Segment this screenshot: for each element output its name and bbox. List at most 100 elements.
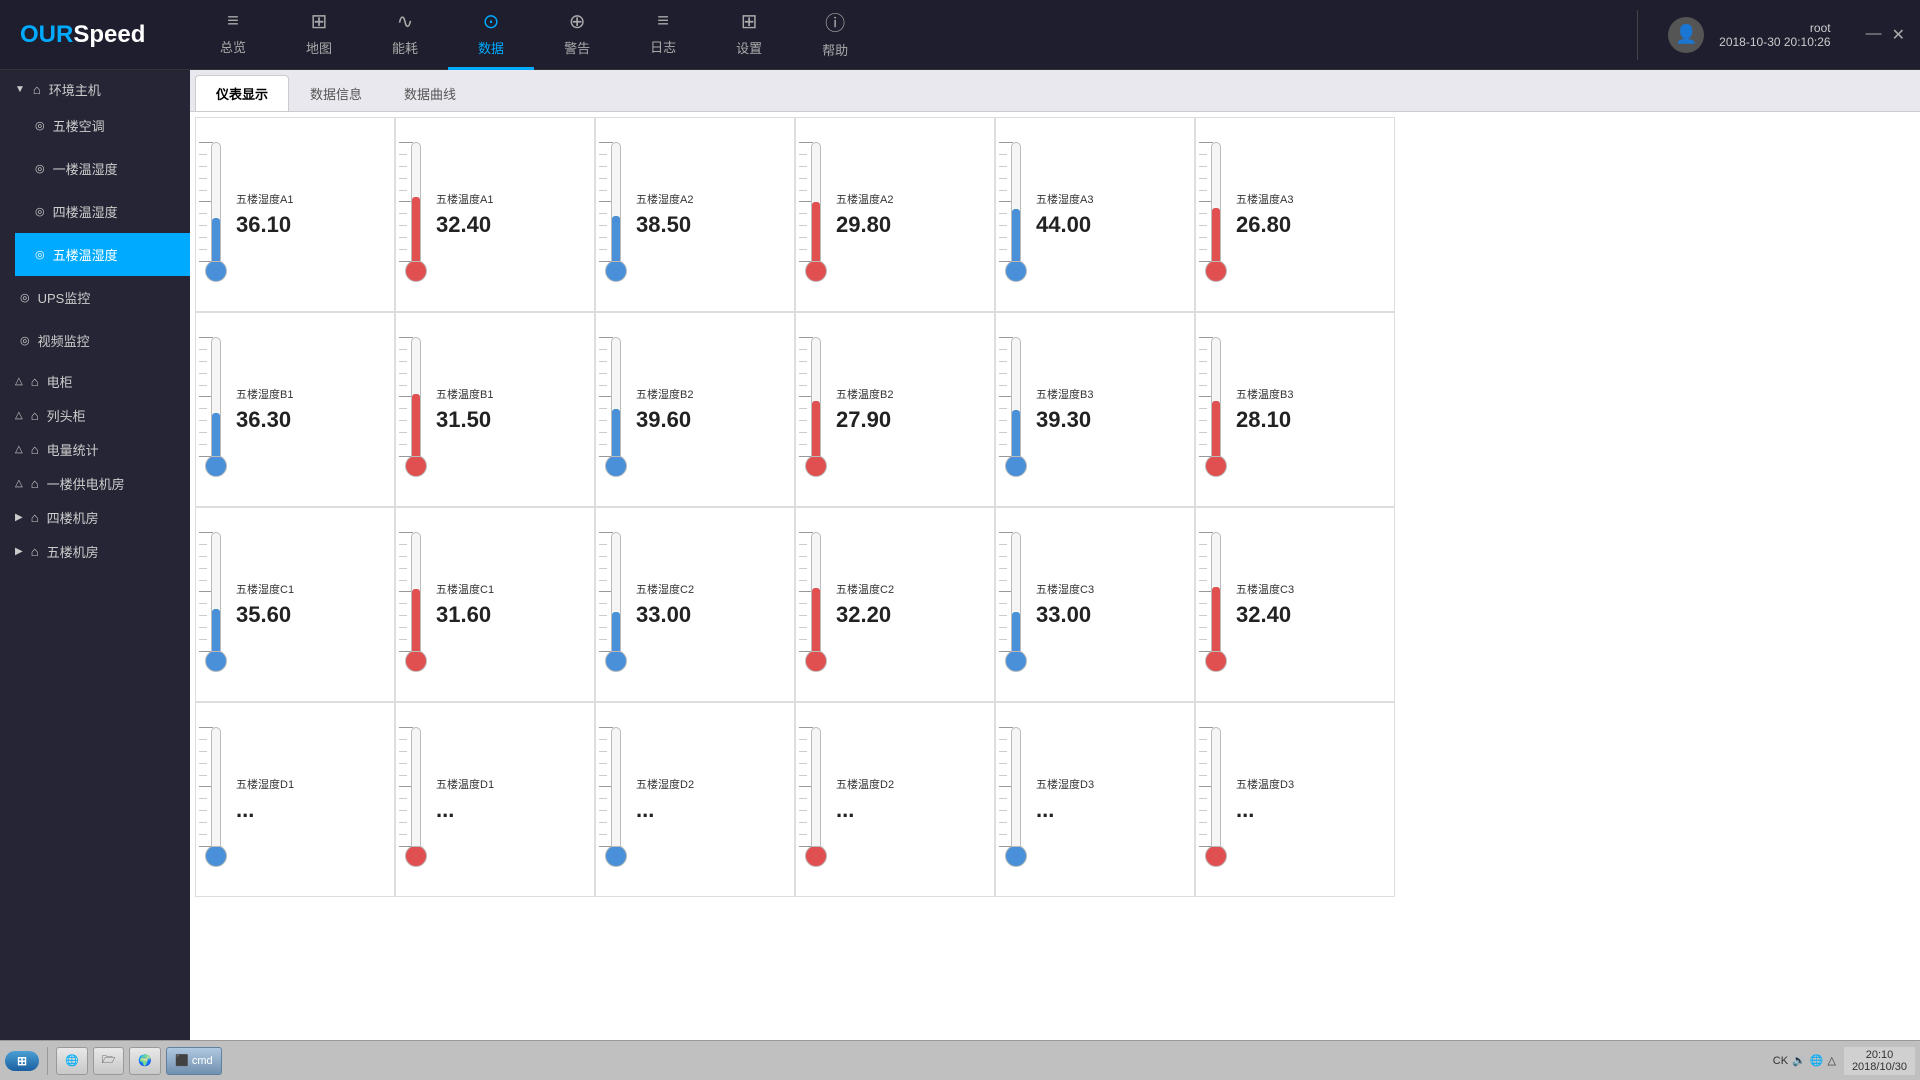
gauge-cell-0-5[interactable]: 五楼温度A326.80 [1195, 117, 1395, 312]
sys-icon-4: △ [1827, 1054, 1835, 1067]
gauge-cell-2-1[interactable]: 五楼温度C1 31.60 [395, 507, 595, 702]
gauge-cell-0-1[interactable]: 五楼温度A132.40 [395, 117, 595, 312]
thermometer-red [801, 137, 831, 292]
sidebar-item-extra-0[interactable]: ◎UPS监控 [0, 276, 190, 319]
start-button[interactable]: ⊞ [5, 1051, 39, 1071]
thermometer-blue [201, 137, 231, 292]
sidebar-item-1[interactable]: ◎一楼温湿度 [15, 147, 190, 190]
gauge-cell-0-2[interactable]: 五楼湿度A2 38.50 [595, 117, 795, 312]
gauge-value-3-4: ... [1036, 797, 1054, 823]
sidebar-item-0[interactable]: ◎五楼空调 [15, 104, 190, 147]
home-icon-1: ⌂ [31, 408, 39, 423]
thermometer-red [801, 527, 831, 682]
gauge-label-0-0: 五楼湿度A1 [236, 191, 293, 207]
nav-item-overview[interactable]: ≡总览 [190, 0, 276, 70]
tab-1[interactable]: 数据信息 [289, 75, 383, 111]
gauge-cell-3-4[interactable]: 五楼湿度D3... [995, 702, 1195, 897]
nav-label-data: 数据 [478, 38, 504, 57]
gauge-cell-3-0[interactable]: 五楼湿度D1... [195, 702, 395, 897]
sidebar-item-2[interactable]: ◎四楼温湿度 [15, 190, 190, 233]
nav-label-log: 日志 [650, 37, 676, 56]
gauge-info-3-2: 五楼湿度D2... [631, 776, 789, 823]
gauge-label-1-1: 五楼温度B1 [436, 386, 493, 402]
thermometer-red [1201, 137, 1231, 292]
sidebar-group-env[interactable]: ▼⌂环境主机 [0, 70, 190, 104]
nav-item-log[interactable]: ≡日志 [620, 0, 706, 70]
home-icon-f0: ⌂ [31, 510, 39, 525]
sidebar-item-3[interactable]: ◎五楼温湿度 [15, 233, 190, 276]
gauge-label-2-2: 五楼湿度C2 [636, 581, 694, 597]
sidebar-group-1[interactable]: △⌂列头柜 [0, 396, 190, 430]
gauge-label-2-1: 五楼温度C1 [436, 581, 494, 597]
taskbar-sep [47, 1047, 48, 1075]
gauge-value-0-0: 36.10 [236, 212, 291, 238]
gauge-cell-2-5[interactable]: 五楼温度C332.40 [1195, 507, 1395, 702]
gauge-cell-1-0[interactable]: 五楼湿度B136.30 [195, 312, 395, 507]
tab-2[interactable]: 数据曲线 [383, 75, 477, 111]
gauge-label-3-0: 五楼湿度D1 [236, 776, 294, 792]
gauge-cell-0-0[interactable]: 五楼湿度A1 36.10 [195, 117, 395, 312]
window-controls[interactable]: — ✕ [1851, 25, 1920, 45]
sidebar-group-floor-1[interactable]: ▶⌂五楼机房 [0, 532, 190, 566]
gauge-value-3-2: ... [636, 797, 654, 823]
gauge-info-3-4: 五楼湿度D3... [1031, 776, 1189, 823]
nav-item-map[interactable]: ⊞地图 [276, 0, 362, 70]
gauge-grid[interactable]: 五楼湿度A1 36.10 五楼温度A132.40 五楼湿度A2 38.50 五楼温度A22… [190, 112, 1920, 1040]
logo: OURSpeed [0, 21, 190, 49]
gauge-label-3-5: 五楼温度D3 [1236, 776, 1294, 792]
thermometer-red [801, 722, 831, 877]
taskbar-browser[interactable]: 🌍 [129, 1047, 161, 1075]
taskbar-folder[interactable]: 🗁 [93, 1047, 125, 1075]
nav-item-data[interactable]: ⊙数据 [448, 0, 534, 70]
gauge-value-2-1: 31.60 [436, 602, 491, 628]
taskbar-cmd[interactable]: ⬛ cmd [166, 1047, 222, 1075]
gauge-cell-1-5[interactable]: 五楼温度B328.10 [1195, 312, 1395, 507]
gauge-cell-1-4[interactable]: 五楼湿度B339.30 [995, 312, 1195, 507]
gauge-cell-1-3[interactable]: 五楼温度B227.90 [795, 312, 995, 507]
sidebar-group-2[interactable]: △⌂电量统计 [0, 430, 190, 464]
gauge-info-2-4: 五楼湿度C333.00 [1031, 581, 1189, 628]
taskbar-ie[interactable]: 🌐 [56, 1047, 88, 1075]
nav-item-alert[interactable]: ⊕警告 [534, 0, 620, 70]
gauge-value-0-2: 38.50 [636, 212, 691, 238]
gauge-cell-3-2[interactable]: 五楼湿度D2... [595, 702, 795, 897]
gauge-label-1-5: 五楼温度B3 [1236, 386, 1293, 402]
nav-label-alert: 警告 [564, 38, 590, 57]
nav-item-energy[interactable]: ∿能耗 [362, 0, 448, 70]
circle-icon-3: ◎ [35, 248, 45, 261]
gauge-cell-2-3[interactable]: 五楼温度C232.20 [795, 507, 995, 702]
gauge-cell-0-4[interactable]: 五楼湿度A344.00 [995, 117, 1195, 312]
gauge-cell-2-4[interactable]: 五楼湿度C333.00 [995, 507, 1195, 702]
sidebar-group-3[interactable]: △⌂一楼供电机房 [0, 464, 190, 498]
sys-icon-3: 🌐 [1810, 1054, 1824, 1067]
nav-items: ≡总览⊞地图∿能耗⊙数据⊕警告≡日志⊞设置ⓘ帮助 [190, 0, 1627, 70]
sidebar-group-floor-0[interactable]: ▶⌂四楼机房 [0, 498, 190, 532]
gauge-cell-0-3[interactable]: 五楼温度A229.80 [795, 117, 995, 312]
gauge-cell-2-2[interactable]: 五楼湿度C233.00 [595, 507, 795, 702]
gauge-cell-2-0[interactable]: 五楼湿度C135.60 [195, 507, 395, 702]
gauge-cell-1-1[interactable]: 五楼温度B131.50 [395, 312, 595, 507]
gauge-label-0-3: 五楼温度A2 [836, 191, 893, 207]
tab-0[interactable]: 仪表显示 [195, 75, 289, 111]
gauge-cell-3-1[interactable]: 五楼温度D1... [395, 702, 595, 897]
gauge-value-0-1: 32.40 [436, 212, 491, 238]
nav-item-settings[interactable]: ⊞设置 [706, 0, 792, 70]
gauge-info-1-1: 五楼温度B131.50 [431, 386, 589, 433]
gauge-label-0-2: 五楼湿度A2 [636, 191, 693, 207]
nav-label-settings: 设置 [736, 38, 762, 57]
avatar: 👤 [1668, 17, 1704, 53]
gauge-cell-1-2[interactable]: 五楼湿度B239.60 [595, 312, 795, 507]
gauge-row-2: 五楼湿度C135.60 五楼温度C1 31.60 五楼湿度C233.00五楼温度C23… [195, 507, 1915, 702]
home-icon-2: ⌂ [31, 442, 39, 457]
minimize-icon[interactable]: — [1866, 25, 1882, 45]
sidebar-group-0[interactable]: △⌂电柜 [0, 362, 190, 396]
datetime: 2018-10-30 20:10:26 [1719, 35, 1830, 49]
home-icon-f1: ⌂ [31, 544, 39, 559]
gauge-cell-3-5[interactable]: 五楼温度D3... [1195, 702, 1395, 897]
gauge-cell-3-3[interactable]: 五楼温度D2... [795, 702, 995, 897]
main-area: ▼⌂环境主机◎五楼空调◎一楼温湿度◎四楼温湿度◎五楼温湿度◎UPS监控◎视频监控… [0, 70, 1920, 1040]
gauge-info-3-0: 五楼湿度D1... [231, 776, 389, 823]
close-icon[interactable]: ✕ [1892, 25, 1905, 45]
nav-item-help[interactable]: ⓘ帮助 [792, 0, 878, 70]
sidebar-item-extra-1[interactable]: ◎视频监控 [0, 319, 190, 362]
